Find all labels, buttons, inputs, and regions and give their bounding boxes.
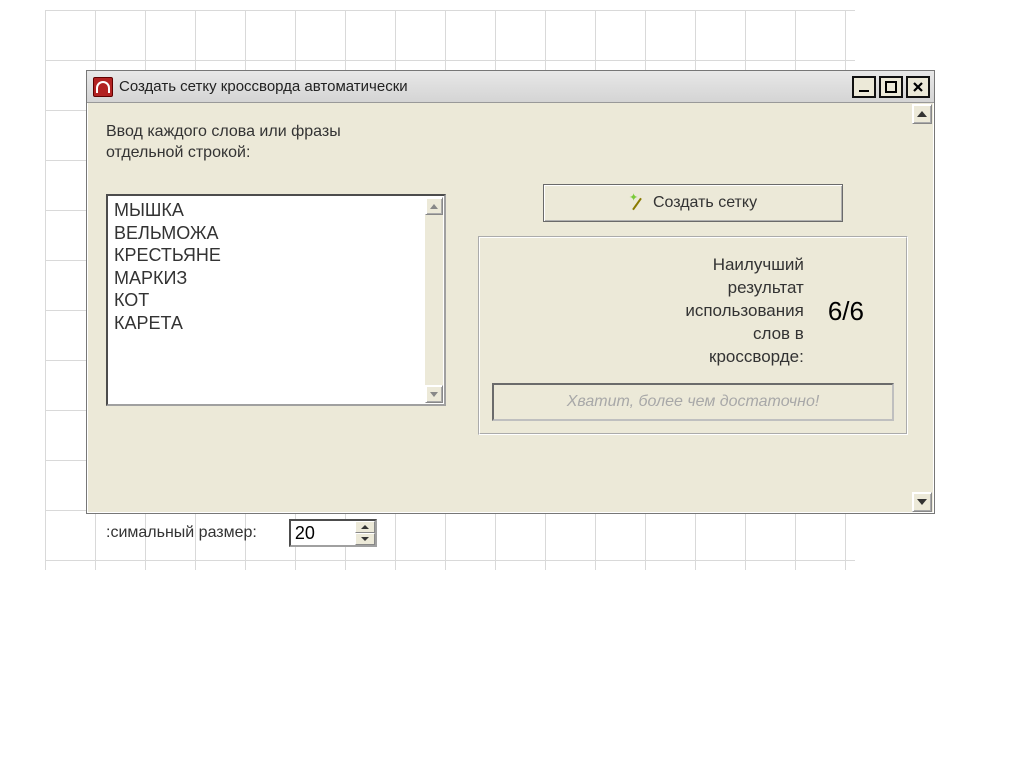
max-size-input[interactable]: [291, 521, 355, 545]
enough-button[interactable]: Хватит, более чем достаточно!: [492, 383, 894, 421]
max-size-label: :симальный размер:: [106, 524, 257, 542]
create-grid-label: Создать сетку: [653, 194, 757, 212]
words-scroll-up[interactable]: [425, 197, 443, 215]
intro-label: Ввод каждого слова или фразы отдельной с…: [106, 122, 901, 164]
spinner-up-button[interactable]: [355, 521, 375, 533]
max-size-spinner[interactable]: [289, 519, 377, 547]
content-pane: Ввод каждого слова или фразы отдельной с…: [88, 104, 911, 512]
client-area: Ввод каждого слова или фразы отдельной с…: [88, 104, 933, 512]
words-textarea[interactable]: МЫШКА ВЕЛЬМОЖА КРЕСТЬЯНЕ МАРКИЗ КОТ КАРЕ…: [106, 194, 446, 406]
window-controls: [852, 76, 930, 98]
maximize-button[interactable]: [879, 76, 903, 98]
enough-label: Хватит, более чем достаточно!: [567, 393, 820, 411]
scroll-down-button[interactable]: [912, 492, 932, 512]
create-grid-button[interactable]: Создать сетку: [543, 184, 843, 222]
chevron-up-icon: [917, 111, 927, 117]
window-title: Создать сетку кроссворда автоматически: [119, 78, 852, 95]
max-size-row: :симальный размер:: [106, 519, 526, 547]
chevron-up-icon: [430, 204, 438, 209]
java-cup-icon: [93, 77, 113, 97]
chevron-down-icon: [917, 499, 927, 505]
chevron-down-icon: [430, 392, 438, 397]
titlebar[interactable]: Создать сетку кроссворда автоматически: [87, 71, 934, 103]
best-result-label: Наилучший результат использования слов в…: [492, 254, 804, 369]
dialog-window: Создать сетку кроссворда автоматически В…: [86, 70, 935, 514]
words-scroll-down[interactable]: [425, 385, 443, 403]
right-column: Создать сетку Наилучший результат исполь…: [478, 184, 908, 435]
chevron-up-icon: [361, 525, 369, 529]
magic-wand-icon: [629, 195, 645, 211]
result-panel: Наилучший результат использования слов в…: [478, 236, 908, 435]
scroll-up-button[interactable]: [912, 104, 932, 124]
chevron-down-icon: [361, 537, 369, 541]
words-text[interactable]: МЫШКА ВЕЛЬМОЖА КРЕСТЬЯНЕ МАРКИЗ КОТ КАРЕ…: [114, 199, 422, 401]
left-column: МЫШКА ВЕЛЬМОЖА КРЕСТЬЯНЕ МАРКИЗ КОТ КАРЕ…: [106, 194, 446, 406]
close-button[interactable]: [906, 76, 930, 98]
best-result-value: 6/6: [828, 296, 894, 327]
spinner-down-button[interactable]: [355, 533, 375, 545]
vertical-scrollbar[interactable]: [912, 104, 932, 512]
minimize-button[interactable]: [852, 76, 876, 98]
words-scrollbar[interactable]: [425, 197, 443, 403]
